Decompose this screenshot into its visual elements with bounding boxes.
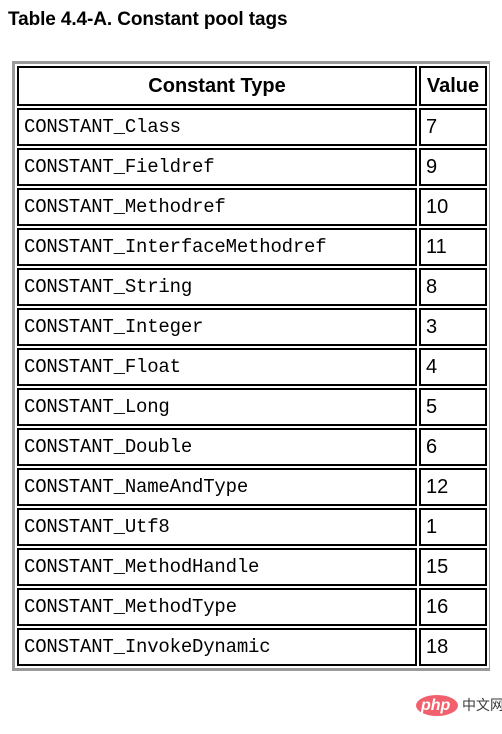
cell-constant-type: CONSTANT_NameAndType — [17, 468, 417, 506]
cell-constant-type: CONSTANT_Class — [17, 108, 417, 146]
cell-value: 3 — [419, 308, 487, 346]
watermark-brand-label: php — [421, 697, 451, 714]
table-row: CONSTANT_Float 4 — [17, 348, 487, 386]
cell-constant-type: CONSTANT_Utf8 — [17, 508, 417, 546]
cell-constant-type: CONSTANT_Float — [17, 348, 417, 386]
cell-constant-type: CONSTANT_Double — [17, 428, 417, 466]
cell-value: 12 — [419, 468, 487, 506]
table-row: CONSTANT_Double 6 — [17, 428, 487, 466]
table-row: CONSTANT_Integer 3 — [17, 308, 487, 346]
cell-constant-type: CONSTANT_InterfaceMethodref — [17, 228, 417, 266]
table-row: CONSTANT_MethodType 16 — [17, 588, 487, 626]
table-header: Constant Type Value — [17, 66, 487, 106]
cell-value: 15 — [419, 548, 487, 586]
table-row: CONSTANT_Utf8 1 — [17, 508, 487, 546]
cell-value: 16 — [419, 588, 487, 626]
table-row: CONSTANT_Class 7 — [17, 108, 487, 146]
cell-value: 5 — [419, 388, 487, 426]
table-body: CONSTANT_Class 7 CONSTANT_Fieldref 9 CONSTAN… — [17, 108, 487, 666]
cell-value: 11 — [419, 228, 487, 266]
cell-constant-type: CONSTANT_String — [17, 268, 417, 306]
cell-value: 7 — [419, 108, 487, 146]
column-header-constant-type: Constant Type — [17, 66, 417, 106]
table-row: CONSTANT_InvokeDynamic 18 — [17, 628, 487, 666]
cell-value: 6 — [419, 428, 487, 466]
page-title: Table 4.4-A. Constant pool tags — [8, 9, 288, 30]
constant-pool-tags-table: Constant Type Value CONSTANT_Class 7 CONST… — [12, 61, 490, 671]
table-row: CONSTANT_Methodref 10 — [17, 188, 487, 226]
cell-value: 8 — [419, 268, 487, 306]
cell-value: 18 — [419, 628, 487, 666]
cell-constant-type: CONSTANT_Long — [17, 388, 417, 426]
cell-value: 9 — [419, 148, 487, 186]
watermark-suffix-label: 中文网 — [462, 698, 502, 714]
table-row: CONSTANT_Fieldref 9 — [17, 148, 487, 186]
cell-value: 4 — [419, 348, 487, 386]
table-row: CONSTANT_Long 5 — [17, 388, 487, 426]
table-row: CONSTANT_String 8 — [17, 268, 487, 306]
cell-value: 10 — [419, 188, 487, 226]
column-header-value: Value — [419, 66, 487, 106]
cell-constant-type: CONSTANT_MethodType — [17, 588, 417, 626]
table-row: CONSTANT_InterfaceMethodref 11 — [17, 228, 487, 266]
table-header-row: Constant Type Value — [17, 66, 487, 106]
table-row: CONSTANT_NameAndType 12 — [17, 468, 487, 506]
cell-constant-type: CONSTANT_Fieldref — [17, 148, 417, 186]
tags-table: Constant Type Value CONSTANT_Class 7 CONST… — [15, 64, 489, 668]
watermark-ellipse-icon — [416, 695, 458, 716]
cell-value: 1 — [419, 508, 487, 546]
table-row: CONSTANT_MethodHandle 15 — [17, 548, 487, 586]
cell-constant-type: CONSTANT_MethodHandle — [17, 548, 417, 586]
cell-constant-type: CONSTANT_Methodref — [17, 188, 417, 226]
watermark: php 中文网 — [416, 692, 502, 720]
cell-constant-type: CONSTANT_InvokeDynamic — [17, 628, 417, 666]
cell-constant-type: CONSTANT_Integer — [17, 308, 417, 346]
